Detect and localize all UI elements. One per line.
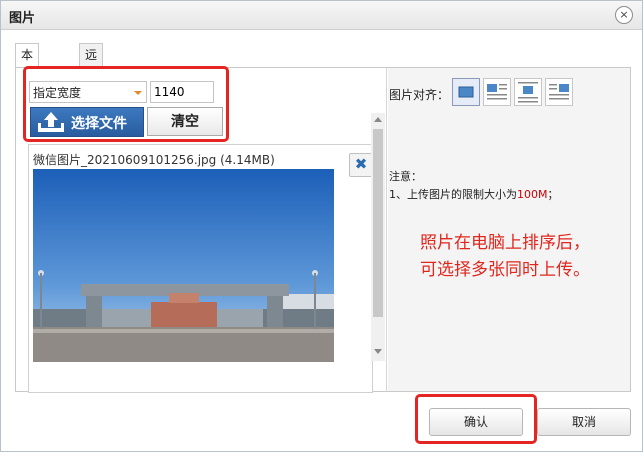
notice-text: 1、上传图片的限制大小为100M； [389,188,559,201]
tab-remote-image[interactable]: 远程图片 [79,43,104,128]
align-right-icon[interactable] [545,78,573,106]
scroll-down-icon[interactable] [374,349,382,354]
tab-local-upload[interactable]: 本地上传 [15,43,40,128]
upload-notice: 注意： 1、上传图片的限制大小为100M； [389,168,559,204]
annotation-text: 照片在电脑上排序后， 可选择多张同时上传。 [420,230,590,284]
notice-title: 注意： [389,170,422,183]
align-none-icon[interactable] [452,78,480,106]
annotation-line-2: 可选择多张同时上传。 [420,260,590,280]
upload-scrollbar[interactable] [371,113,385,361]
annotation-line-1: 照片在电脑上排序后， [420,233,590,253]
file-preview-card: 微信图片_20210609101256.jpg (4.14MB) ✖ [28,144,373,393]
scroll-up-icon[interactable] [374,117,382,122]
preview-image [33,169,334,362]
highlight-box-controls [23,66,229,142]
dialog-title: 图片 [9,11,36,26]
file-name: 微信图片_20210609101256.jpg (4.14MB) [33,153,275,167]
scrollbar-thumb[interactable] [373,129,383,317]
highlight-box-confirm [415,394,537,444]
cancel-button[interactable]: 取消 [537,408,631,436]
align-center-icon[interactable] [514,78,542,106]
align-left-icon[interactable] [483,78,511,106]
align-label: 图片对齐： [389,88,450,102]
remove-file-icon[interactable]: ✖ [349,153,373,177]
close-icon[interactable]: × [615,6,633,24]
dialog-titlebar: 图片 × [1,1,642,30]
image-options: 图片对齐： 注意： 1、上传图片的限制大小为100M； 照片在电脑上排序后， 可… [388,68,630,391]
